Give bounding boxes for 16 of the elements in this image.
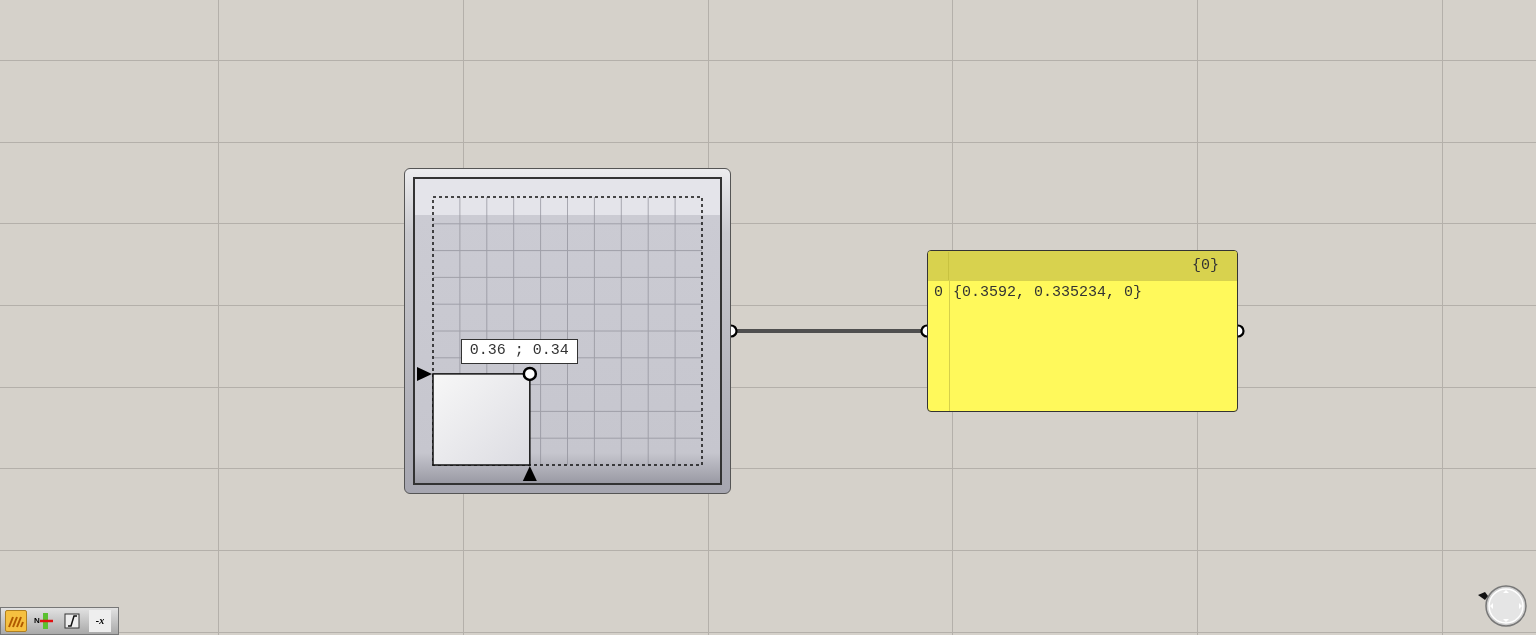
- expression-button[interactable]: -x: [89, 610, 111, 632]
- value-readout: 0.36 ; 0.34: [460, 338, 578, 364]
- wire-display-button[interactable]: N: [33, 610, 55, 632]
- output-grip[interactable]: [729, 324, 738, 338]
- input-grip[interactable]: [920, 324, 929, 338]
- graph-button[interactable]: [61, 610, 83, 632]
- item-index: 0: [933, 282, 944, 303]
- panel-node[interactable]: {0} 0 {0.3592, 0.335234, 0}: [927, 250, 1238, 412]
- output-grip[interactable]: [1236, 324, 1245, 338]
- data-path: {0}: [1192, 255, 1219, 276]
- item-value: {0.3592, 0.335234, 0}: [952, 282, 1143, 303]
- preview-button[interactable]: [5, 610, 27, 632]
- y-marker-icon: [417, 366, 432, 381]
- navigation-compass-icon[interactable]: [1478, 585, 1527, 627]
- slider-handle[interactable]: [522, 366, 538, 382]
- x-marker-icon: [522, 466, 537, 481]
